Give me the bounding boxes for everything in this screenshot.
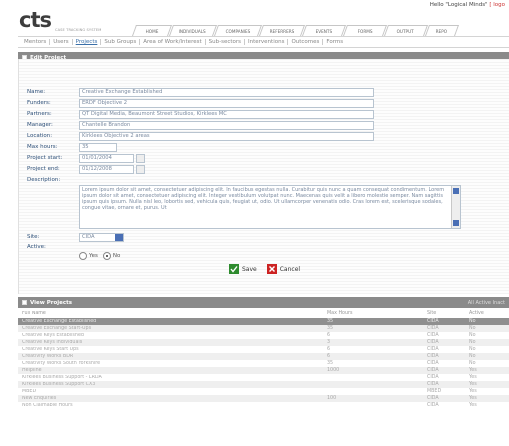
manager-label: Manager: bbox=[27, 122, 53, 128]
location-field[interactable]: Kirklees Objective 2 areas bbox=[79, 131, 374, 141]
manager-field[interactable]: Chantelle Brandon bbox=[79, 120, 374, 130]
name-label: Name: bbox=[27, 89, 46, 95]
form-actions: Save Cancel bbox=[229, 264, 310, 274]
tab-home[interactable]: HOME bbox=[131, 25, 173, 36]
location-row: Location: Kirklees Objective 2 areas bbox=[27, 131, 374, 141]
description-textarea[interactable]: Lorem ipsum dolor sit amet, consectetuer… bbox=[79, 185, 461, 229]
table-row[interactable]: Kirklees Business Support - LRDA CIDA Yes bbox=[18, 374, 509, 381]
logout-link[interactable]: [ logo bbox=[489, 2, 505, 8]
subnav-projects[interactable]: Projects bbox=[73, 39, 102, 45]
maxhours-field[interactable]: 35 bbox=[79, 142, 117, 152]
subnav-mentors[interactable]: Mentors bbox=[21, 39, 51, 45]
partners-label: Partners: bbox=[27, 111, 52, 117]
name-row: Name: Creative Exchange Established bbox=[27, 87, 374, 97]
table-row[interactable]: Kirklees Business Support CX3 CIDA Yes bbox=[18, 381, 509, 388]
tab-output[interactable]: OUTPUT bbox=[383, 25, 429, 36]
partners-row: Partners: QT Digital Media, Beaumont Str… bbox=[27, 109, 374, 119]
tab-reports[interactable]: REPO bbox=[424, 25, 460, 36]
table-row[interactable]: Creative Keys Established 6 CIDA No bbox=[18, 332, 509, 339]
table-row[interactable]: Non Claimable Hours CIDA Yes bbox=[18, 402, 509, 409]
description-label-row: Description: bbox=[27, 175, 79, 185]
table-header-row: Full Name Max Hours Site Active bbox=[18, 310, 509, 317]
end-calendar-icon[interactable] bbox=[136, 164, 145, 174]
edit-project-panel: Name: Creative Exchange Established Fund… bbox=[18, 59, 509, 294]
scroll-down-icon[interactable] bbox=[453, 220, 459, 226]
project-start-row: Project start: 01/01/2004 bbox=[27, 153, 145, 163]
subnav-outcomes[interactable]: Outcomes bbox=[288, 39, 324, 45]
description-label: Description: bbox=[27, 177, 61, 183]
app-logo-subtitle: CASE TRACKING SYSTEM bbox=[55, 28, 102, 32]
active-no-radio[interactable] bbox=[102, 252, 111, 260]
save-icon[interactable] bbox=[229, 264, 239, 274]
cancel-icon[interactable] bbox=[266, 264, 277, 274]
active-radio-group: Yes No bbox=[79, 251, 125, 261]
tab-individuals[interactable]: INDIVIDUALS bbox=[168, 25, 218, 36]
site-row: Site: CIDA bbox=[27, 232, 124, 242]
table-row[interactable]: New Enquiries 100 CIDA Yes bbox=[18, 395, 509, 402]
location-label: Location: bbox=[27, 133, 53, 139]
user-greeting: Hello "Logical Minds" [ logo bbox=[430, 2, 505, 8]
maxhours-row: Max hours: 35 bbox=[27, 142, 117, 152]
table-row[interactable]: Creative Exchange Established 35 CIDA No bbox=[18, 318, 509, 325]
active-yes-label: Yes bbox=[89, 253, 98, 259]
chevron-down-icon bbox=[115, 233, 123, 241]
site-label: Site: bbox=[27, 234, 40, 240]
start-calendar-icon[interactable] bbox=[136, 153, 145, 163]
greeting-text: Hello "Logical Minds" bbox=[429, 2, 488, 8]
funders-row: Funders: ERDF Objective 2 bbox=[27, 98, 374, 108]
project-end-row: Project end: 01/12/2008 bbox=[27, 164, 145, 174]
tab-forms[interactable]: FORMS bbox=[342, 25, 388, 36]
cancel-button[interactable]: Cancel bbox=[280, 266, 300, 273]
subnav-forms[interactable]: Forms bbox=[323, 39, 346, 45]
active-no-label: No bbox=[112, 253, 121, 259]
subnav-interventions[interactable]: Interventions bbox=[245, 39, 289, 45]
table-row[interactable]: Creative Exchange Start-Ups 35 CIDA No bbox=[18, 325, 509, 332]
project-end-label: Project end: bbox=[27, 166, 60, 172]
funders-field[interactable]: ERDF Objective 2 bbox=[79, 98, 374, 108]
tab-referrers[interactable]: REFERRERS bbox=[258, 25, 306, 36]
subnav-users[interactable]: Users bbox=[50, 39, 73, 45]
project-end-field[interactable]: 01/12/2008 bbox=[79, 164, 134, 174]
col-full-name[interactable]: Full Name bbox=[22, 311, 272, 316]
table-row[interactable]: Helpline 1000 CIDA Yes bbox=[18, 367, 509, 374]
table-row[interactable]: Creative Keys Start Ups 6 CIDA No bbox=[18, 346, 509, 353]
subnav-area-of-work[interactable]: Area of Work/Interest bbox=[140, 39, 206, 45]
partners-field[interactable]: QT Digital Media, Beaumont Street Studio… bbox=[79, 109, 374, 119]
panel-icon bbox=[22, 300, 27, 305]
table-row[interactable]: Creativity Works South Yorkshire 35 CIDA No bbox=[18, 360, 509, 367]
table-row[interactable]: Creative Keys Individuals 3 CIDA No bbox=[18, 339, 509, 346]
col-active[interactable]: Active bbox=[469, 311, 505, 316]
subnav-sub-sectors[interactable]: Sub-sectors bbox=[206, 39, 245, 45]
save-button[interactable]: Save bbox=[242, 266, 257, 273]
subnav-sub-groups[interactable]: Sub Groups bbox=[101, 39, 141, 45]
name-field[interactable]: Creative Exchange Established bbox=[79, 87, 374, 97]
app-logo: cts bbox=[19, 8, 52, 32]
site-value: CIDA bbox=[82, 234, 95, 240]
col-site[interactable]: Site bbox=[427, 311, 467, 316]
main-nav: HOME INDIVIDUALS COMPANIES REFERRERS EVE… bbox=[131, 25, 509, 36]
tab-companies[interactable]: COMPANIES bbox=[213, 25, 263, 36]
description-text: Lorem ipsum dolor sit amet, consectetuer… bbox=[82, 187, 445, 211]
active-yes-radio[interactable] bbox=[79, 252, 87, 260]
sub-nav: Mentors Users Projects Sub Groups Area o… bbox=[18, 36, 509, 48]
project-filter-links[interactable]: All Active Inact bbox=[468, 300, 505, 306]
tab-events[interactable]: EVENTS bbox=[301, 25, 347, 36]
project-start-field[interactable]: 01/01/2004 bbox=[79, 153, 134, 163]
maxhours-label: Max hours: bbox=[27, 144, 58, 150]
col-max-hours[interactable]: Max Hours bbox=[327, 311, 387, 316]
site-select[interactable]: CIDA bbox=[79, 232, 124, 242]
table-row[interactable]: MBED MBED Yes bbox=[18, 388, 509, 395]
scroll-up-icon[interactable] bbox=[453, 188, 459, 194]
table-row[interactable]: Creativity Works BDR 6 CIDA No bbox=[18, 353, 509, 360]
view-projects-header: View Projects All Active Inact bbox=[18, 297, 509, 308]
description-scrollbar[interactable] bbox=[451, 186, 460, 228]
view-projects-title: View Projects bbox=[30, 299, 73, 306]
funders-label: Funders: bbox=[27, 100, 51, 106]
manager-row: Manager: Chantelle Brandon bbox=[27, 120, 374, 130]
projects-table: Full Name Max Hours Site Active Creative… bbox=[18, 308, 509, 446]
active-row: Active: bbox=[27, 242, 79, 252]
project-start-label: Project start: bbox=[27, 155, 63, 161]
active-label: Active: bbox=[27, 244, 46, 250]
